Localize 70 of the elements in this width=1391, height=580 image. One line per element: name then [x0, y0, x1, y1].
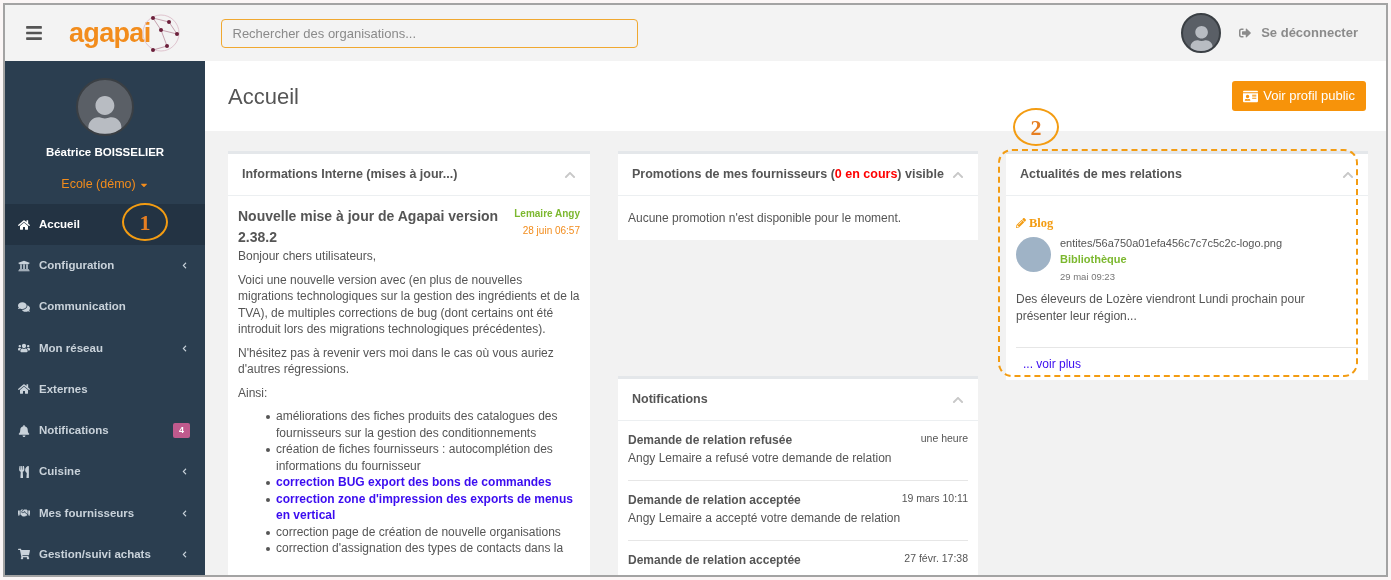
- card-title: Informations Interne (mises à jour...): [242, 166, 458, 184]
- notification-time: 19 mars 10:11: [901, 491, 968, 506]
- bullet-text: correction d'assignation des types de contacts dans la: [276, 540, 564, 557]
- sidebar-item[interactable]: Notifications 4: [5, 410, 205, 452]
- notification-item[interactable]: Demande de relation acceptée 27 févr. 17:38: [628, 541, 968, 575]
- post-author: Bibliothèque: [1060, 252, 1128, 268]
- sidebar-item[interactable]: Cuisine: [5, 451, 205, 493]
- count-badge: 4: [173, 422, 190, 439]
- sidebar-item[interactable]: Configuration: [5, 245, 205, 287]
- bullet-text: correction page de création de nouvelle organisations: [276, 523, 561, 540]
- cart-icon: [18, 548, 30, 561]
- bullet-icon: [266, 415, 270, 419]
- image-name: entites/56a750a01efa456c7c7c5c2c-logo.png: [1060, 235, 1282, 251]
- notification-item[interactable]: Demande de relation acceptée 19 mars 10:11 Angy Lemaire a accepté votre demande de relation: [628, 481, 968, 541]
- menu-icon[interactable]: [25, 24, 43, 42]
- bullet-icon: [266, 497, 270, 502]
- pencil-icon: [1016, 218, 1026, 229]
- users-icon: [18, 342, 30, 355]
- id-card-icon: [1243, 88, 1259, 104]
- sidebar-item[interactable]: Externes: [5, 368, 205, 411]
- annotation-marker: 1: [122, 203, 168, 241]
- notification-message: Angy Lemaire a accepté votre demande de relation: [628, 510, 902, 527]
- chat-icon: [18, 301, 30, 314]
- card-title: Actualités de mes relations: [1020, 166, 1182, 184]
- bell-icon: [18, 424, 30, 437]
- bank-icon: [18, 259, 30, 272]
- card-title: Notifications: [632, 391, 708, 409]
- notification-title: Demande de relation acceptée: [628, 552, 801, 569]
- post-date: 28 juin 06:57: [522, 223, 580, 238]
- bullet-text: correction zone d'impression des exports de menus en vertical: [276, 490, 574, 524]
- notification-item[interactable]: Demande de relation refusée une heure Angy Lemaire a refusé votre demande de relation: [628, 421, 968, 481]
- notification-time: une heure: [920, 431, 968, 446]
- page-title: Accueil: [228, 82, 299, 111]
- post-date: 29 mai 09:23: [1060, 269, 1116, 284]
- sidebar-item[interactable]: Mon réseau: [5, 327, 205, 369]
- photo-placeholder: [1016, 236, 1051, 272]
- post-paragraph: N'hésitez pas à revenir vers moi dans le cas où vous auriez d'autres régressions.: [238, 344, 555, 378]
- post-text: Des éleveurs de Lozère viendront Lundi prochain pour présenter leur région...: [1016, 291, 1306, 325]
- search-field[interactable]: Rechercher des organisations...: [220, 18, 638, 48]
- post-title: Nouvelle mise à jour de Agapai version 2.38.2: [238, 207, 500, 247]
- organisation-dropdown[interactable]: Ecole (démo): [61, 175, 149, 194]
- more-link[interactable]: ... voir plus: [1023, 357, 1082, 371]
- bullet-icon: [266, 530, 270, 535]
- user-avatar: [1181, 13, 1222, 53]
- notification-title: Demande de relation refusée: [628, 432, 793, 449]
- handshake-icon: [18, 507, 30, 520]
- notification-title: Demande de relation acceptée: [628, 492, 801, 509]
- empty-message: Aucune promotion n'est disponible pour le moment.: [627, 210, 903, 227]
- sidebar-item[interactable]: Communication: [5, 286, 205, 328]
- notification-time: 27 févr. 17:38: [904, 551, 968, 566]
- sidebar-item[interactable]: Gestion/suivi achats: [5, 533, 205, 575]
- bullet-text: création de fiches fournisseurs : autocomplétion des informations du fournisseur: [276, 441, 554, 474]
- home-icon: [18, 383, 30, 396]
- card-title: Promotions de mes fournisseurs (0 en cours) visible: [632, 166, 944, 184]
- bullet-icon: [266, 547, 270, 551]
- utensils-icon: [18, 465, 30, 478]
- post-paragraph: Ainsi:: [238, 384, 269, 401]
- bullet-icon: [266, 481, 270, 485]
- bullet-icon: [266, 448, 270, 452]
- notification-message: Angy Lemaire a refusé votre demande de relation: [628, 450, 893, 467]
- annotation-marker: 2: [1013, 108, 1059, 146]
- home-icon: [18, 218, 30, 231]
- bullet-text: correction BUG export des bons de commandes: [276, 474, 552, 491]
- user-name: Béatrice BOISSELIER: [45, 145, 165, 160]
- logout-icon: [1239, 27, 1252, 39]
- sidebar-item[interactable]: Mes fournisseurs: [5, 492, 205, 534]
- post-paragraph: Voici une nouvelle version avec (en plus de nouvelles migrations technologiques sur la gestion des ingrédients et de la TVA), de multiples corrections de bug (dont certains ont été introduit lors des migrations technologiques précédentes).: [238, 271, 580, 338]
- post-paragraph: Bonjour chers utilisateurs,: [238, 248, 378, 265]
- post-category: Blog: [1029, 215, 1054, 232]
- post-author: Lemaire Angy: [514, 207, 580, 221]
